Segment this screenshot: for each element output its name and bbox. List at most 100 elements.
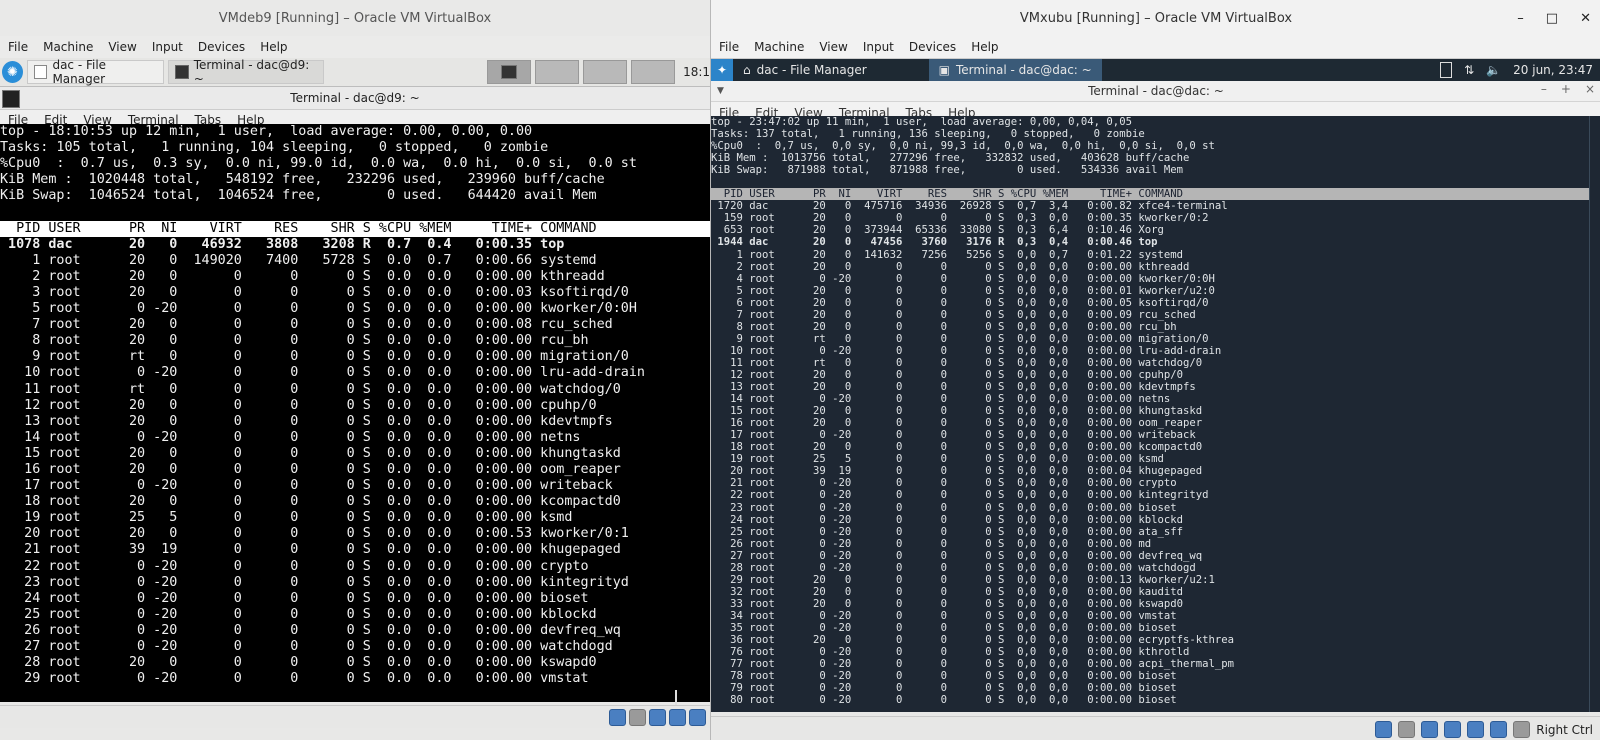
menu-machine[interactable]: Machine <box>754 40 804 54</box>
process-row: 79 root 0 -20 0 0 0 S 0,0 0,0 0:00.00 bi… <box>711 682 1177 695</box>
terminal-window-title: Terminal - dac@d9: ~ <box>290 91 420 105</box>
process-row: 25 root 0 -20 0 0 0 S 0.0 0.0 0:00.00 kb… <box>0 606 597 622</box>
process-row: 35 root 0 -20 0 0 0 S 0,0 0,0 0:00.00 bi… <box>711 621 1177 634</box>
top-summary-line <box>0 204 710 220</box>
process-row: 77 root 0 -20 0 0 0 S 0,0 0,0 0:00.00 ac… <box>711 658 1234 671</box>
hdd-icon[interactable] <box>1375 721 1393 738</box>
vmxubu-statusbar: Right Ctrl <box>711 716 1600 740</box>
top-summary-line: %Cpu0 : 0,7 us, 0,0 sy, 0,0 ni, 99,3 id,… <box>711 140 1215 153</box>
home-icon: ⌂ <box>743 63 751 77</box>
process-row: 5 root 20 0 0 0 0 S 0,0 0,0 0:00.01 kwor… <box>711 284 1215 297</box>
network-arrows-icon[interactable]: ⇅ <box>1464 63 1474 77</box>
maximize-button[interactable]: □ <box>1546 11 1558 26</box>
top-summary-line <box>711 176 1589 188</box>
menu-help[interactable]: Help <box>260 40 287 54</box>
menu-devices[interactable]: Devices <box>909 40 956 54</box>
volume-icon[interactable]: 🔈 <box>1486 63 1501 77</box>
optical-drive-icon[interactable] <box>629 709 646 726</box>
process-row: 21 root 0 -20 0 0 0 S 0,0 0,0 0:00.00 cr… <box>711 477 1177 490</box>
terminal-output[interactable]: top - 18:10:53 up 12 min, 1 user, load a… <box>0 124 710 702</box>
panel-clock[interactable]: 20 jun, 23:47 <box>1513 63 1593 77</box>
top-summary-line: Tasks: 137 total, 1 running, 136 sleepin… <box>711 128 1145 141</box>
workspace-4[interactable] <box>631 60 676 84</box>
process-row: 2 root 20 0 0 0 0 S 0.0 0.0 0:00.00 kthr… <box>0 268 605 284</box>
taskbar-terminal-label: Terminal - dac@d9: ~ <box>193 58 310 86</box>
audio-icon[interactable] <box>1421 721 1439 738</box>
taskbar-terminal[interactable]: Terminal - dac@d9: ~ <box>168 58 325 86</box>
menu-devices[interactable]: Devices <box>198 40 245 54</box>
process-row: 13 root 20 0 0 0 0 S 0,0 0,0 0:00.00 kde… <box>711 381 1196 394</box>
process-row: 20 root 39 19 0 0 0 S 0,0 0,0 0:00.04 kh… <box>711 465 1203 478</box>
battery-icon[interactable] <box>1440 62 1453 78</box>
vmxubu-titlebar[interactable]: VMxubu [Running] – Oracle VM VirtualBox … <box>711 0 1600 36</box>
menu-input[interactable]: Input <box>152 40 183 54</box>
process-row: 1944 dac 20 0 47456 3760 3176 R 0,3 0,4 … <box>711 236 1158 249</box>
process-row: 15 root 20 0 0 0 0 S 0,0 0,0 0:00.00 khu… <box>711 405 1203 418</box>
process-row: 653 root 20 0 373944 65336 33080 S 0,3 6… <box>711 224 1164 237</box>
optical-drive-icon[interactable] <box>1398 721 1416 738</box>
process-row: 1 root 20 0 149020 7400 5728 S 0.0 0.7 0… <box>0 252 597 268</box>
minimize-button[interactable]: – <box>1517 11 1524 26</box>
terminal-scrollbar[interactable] <box>1589 116 1600 712</box>
xfce-menu-icon[interactable]: ✦ <box>711 59 733 81</box>
shared-folder-icon[interactable] <box>1490 721 1508 738</box>
debian-menu-icon[interactable]: ✺ <box>2 61 24 83</box>
close-button[interactable]: ✕ <box>1580 11 1591 26</box>
process-row: 14 root 0 -20 0 0 0 S 0.0 0.0 0:00.00 ne… <box>0 429 581 445</box>
terminal-window-icon[interactable] <box>2 90 20 108</box>
guest-taskbar: ✺ dac - File Manager Terminal - dac@d9: … <box>0 58 710 87</box>
process-row: 29 root 20 0 0 0 0 S 0,0 0,0 0:00.13 kwo… <box>711 573 1215 586</box>
process-row: 17 root 0 -20 0 0 0 S 0,0 0,0 0:00.00 wr… <box>711 429 1196 442</box>
menu-input[interactable]: Input <box>863 40 894 54</box>
workspace-3[interactable] <box>582 60 628 84</box>
process-row: 12 root 20 0 0 0 0 S 0.0 0.0 0:00.00 cpu… <box>0 397 597 413</box>
vmdeb9-titlebar[interactable]: VMdeb9 [Running] – Oracle VM VirtualBox <box>0 0 710 36</box>
process-row: 12 root 20 0 0 0 0 S 0,0 0,0 0:00.00 cpu… <box>711 368 1183 381</box>
audio-icon[interactable] <box>649 709 666 726</box>
terminal-maximize-icon[interactable]: + <box>1561 82 1571 96</box>
top-summary-line: KiB Mem : 1020448 total, 548192 free, 23… <box>0 172 605 188</box>
usb-icon[interactable] <box>1467 721 1485 738</box>
process-row: 17 root 0 -20 0 0 0 S 0.0 0.0 0:00.00 wr… <box>0 478 613 494</box>
taskbar-file-manager[interactable]: dac - File Manager <box>27 58 165 86</box>
vmdeb9-window: VMdeb9 [Running] – Oracle VM VirtualBox … <box>0 0 710 740</box>
process-row: 1 root 20 0 141632 7256 5256 S 0,0 0,7 0… <box>711 248 1183 261</box>
network-icon[interactable] <box>669 709 686 726</box>
process-row: 15 root 20 0 0 0 0 S 0.0 0.0 0:00.00 khu… <box>0 445 621 461</box>
process-row: 32 root 20 0 0 0 0 S 0,0 0,0 0:00.00 kau… <box>711 585 1183 598</box>
capture-icon[interactable] <box>1513 721 1531 738</box>
menu-file[interactable]: File <box>719 40 739 54</box>
menu-file[interactable]: File <box>8 40 28 54</box>
system-tray: ⇅ 🔈 20 jun, 23:47 <box>1440 62 1600 78</box>
process-row: 16 root 20 0 0 0 0 S 0,0 0,0 0:00.00 oom… <box>711 417 1203 430</box>
process-row: 28 root 20 0 0 0 0 S 0.0 0.0 0:00.00 ksw… <box>0 655 597 671</box>
usb-icon[interactable] <box>689 709 706 726</box>
process-row: 21 root 39 19 0 0 0 S 0.0 0.0 0:00.00 kh… <box>0 542 621 558</box>
process-row: 4 root 0 -20 0 0 0 S 0,0 0,0 0:00.00 kwo… <box>711 272 1215 285</box>
process-row: 25 root 0 -20 0 0 0 S 0,0 0,0 0:00.00 at… <box>711 525 1183 538</box>
taskbar-terminal[interactable]: ▣ Terminal - dac@dac: ~ <box>928 59 1102 81</box>
terminal-minimize-icon[interactable]: – <box>1541 82 1547 96</box>
taskbar-file-manager[interactable]: ⌂ dac - File Manager <box>733 59 877 81</box>
terminal-window-titlebar[interactable]: ▼ Terminal - dac@dac: ~ – + × <box>711 81 1600 102</box>
top-summary-line: KiB Mem : 1013756 total, 277296 free, 33… <box>711 152 1190 165</box>
menu-view[interactable]: View <box>819 40 847 54</box>
process-row: 8 root 20 0 0 0 0 S 0.0 0.0 0:00.00 rcu_… <box>0 333 589 349</box>
process-row: 8 root 20 0 0 0 0 S 0,0 0,0 0:00.00 rcu_… <box>711 320 1177 333</box>
terminal-close-icon[interactable]: × <box>1585 82 1595 96</box>
terminal-window-titlebar[interactable]: Terminal - dac@d9: ~ <box>0 87 710 110</box>
process-row: 10 root 0 -20 0 0 0 S 0,0 0,0 0:00.00 lr… <box>711 344 1222 357</box>
network-icon[interactable] <box>1444 721 1462 738</box>
workspace-1[interactable] <box>486 60 531 84</box>
folder-icon <box>34 65 48 79</box>
menu-help[interactable]: Help <box>971 40 998 54</box>
top-summary-line: top - 23:47:02 up 11 min, 1 user, load a… <box>711 116 1132 128</box>
hdd-icon[interactable] <box>609 709 626 726</box>
menu-view[interactable]: View <box>108 40 136 54</box>
menu-machine[interactable]: Machine <box>43 40 93 54</box>
host-key-label: Right Ctrl <box>1536 722 1593 737</box>
terminal-output[interactable]: top - 23:47:02 up 11 min, 1 user, load a… <box>711 116 1589 712</box>
workspace-2[interactable] <box>534 60 579 84</box>
window-menu-arrow-icon[interactable]: ▼ <box>717 86 724 96</box>
process-row: 7 root 20 0 0 0 0 S 0.0 0.0 0:00.08 rcu_… <box>0 317 613 333</box>
